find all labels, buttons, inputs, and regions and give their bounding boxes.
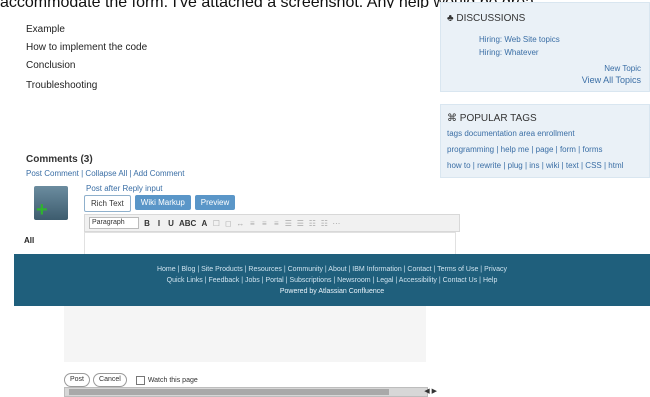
section-conclusion: Conclusion: [26, 60, 76, 71]
footer-links-secondary[interactable]: Quick Links | Feedback | Jobs | Portal |…: [14, 277, 650, 284]
side-label: All: [24, 236, 35, 245]
tab-rich-text[interactable]: Rich Text: [84, 195, 131, 212]
editor-toolbar: Paragraph B I U ABC A ☐ ◻ ↔ ≡ ≡ ≡ ☰ ☰ ☷ …: [84, 214, 460, 232]
strikethrough-button[interactable]: ABC: [179, 219, 196, 228]
discussion-link[interactable]: Hiring: Whatever: [479, 48, 539, 57]
editor-title[interactable]: Post after Reply input: [86, 184, 162, 193]
underline-button[interactable]: U: [167, 219, 175, 228]
italic-button[interactable]: I: [155, 219, 163, 228]
section-implement-code: How to implement the code: [26, 42, 148, 53]
outdent-icon[interactable]: ☷: [320, 219, 328, 228]
footer-links-primary[interactable]: Home | Blog | Site Products | Resources …: [14, 266, 650, 273]
link-icon[interactable]: ◻: [224, 219, 232, 228]
reply-editor-area[interactable]: [64, 306, 426, 362]
popular-tags-title: ⌘ POPULAR TAGS: [447, 113, 537, 124]
align-left-icon[interactable]: ≡: [248, 219, 256, 228]
numbering-icon[interactable]: ☰: [296, 219, 304, 228]
indent-icon[interactable]: ☷: [308, 219, 316, 228]
align-right-icon[interactable]: ≡: [272, 219, 280, 228]
comment-actions[interactable]: Post Comment | Collapse All | Add Commen…: [26, 169, 184, 178]
discussions-icon: ♣: [447, 13, 454, 24]
watch-checkbox[interactable]: [135, 375, 145, 385]
tab-preview[interactable]: Preview: [194, 195, 236, 210]
tab-wiki-markup[interactable]: Wiki Markup: [134, 195, 191, 210]
bullets-icon[interactable]: ☰: [284, 219, 292, 228]
scroll-arrows-icon[interactable]: ◀ ▶: [424, 387, 437, 395]
section-example: Example: [26, 24, 65, 35]
popular-tags-panel: ⌘ POPULAR TAGS tags documentation area e…: [440, 104, 650, 178]
more-options-icon[interactable]: ⋯: [332, 219, 340, 228]
form-actions: Post Cancel Watch this page: [64, 373, 198, 387]
discussions-title: ♣ DISCUSSIONS: [447, 13, 526, 24]
section-troubleshooting: Troubleshooting: [26, 80, 98, 91]
tag-line[interactable]: how to | rewrite | plug | ins | wiki | t…: [447, 161, 623, 170]
new-topic-link[interactable]: New Topic: [604, 64, 641, 73]
watch-page-label: Watch this page: [147, 376, 198, 384]
tag-line[interactable]: programming | help me | page | form | fo…: [447, 145, 602, 154]
tag-line[interactable]: tags documentation area enrollment: [447, 129, 575, 138]
paragraph-format-select[interactable]: Paragraph: [89, 217, 139, 229]
editor-tabs: Rich Text Wiki Markup Preview: [84, 195, 236, 212]
tag-icon: ⌘: [447, 113, 457, 124]
site-footer: Home | Blog | Site Products | Resources …: [14, 254, 650, 306]
discussion-link[interactable]: Hiring: Web Site topics: [479, 35, 560, 44]
view-all-topics-link[interactable]: View All Topics: [582, 75, 641, 85]
scroll-thumb[interactable]: [69, 389, 389, 395]
align-center-icon[interactable]: ≡: [260, 219, 268, 228]
watch-page-option[interactable]: Watch this page: [135, 375, 198, 385]
bold-button[interactable]: B: [143, 219, 151, 228]
footer-powered-by: Powered by Atlassian Confluence: [279, 288, 385, 295]
unlink-icon[interactable]: ↔: [236, 219, 244, 228]
post-button[interactable]: Post: [64, 373, 91, 387]
cancel-button[interactable]: Cancel: [93, 373, 127, 387]
text-color-button[interactable]: A: [200, 219, 208, 228]
format-icon[interactable]: ☐: [212, 219, 220, 228]
discussions-panel: ♣ DISCUSSIONS Hiring: Web Site topics Hi…: [440, 2, 650, 92]
avatar: [34, 186, 68, 222]
comments-title: Comments (3): [26, 154, 93, 165]
